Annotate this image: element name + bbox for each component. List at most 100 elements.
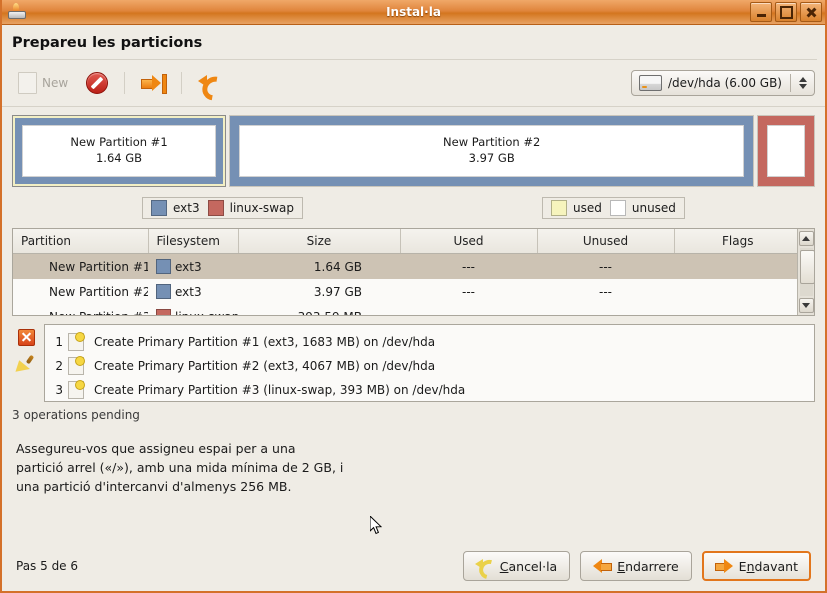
cell-filesystem: linux-swap [148,304,238,315]
operation-text: Create Primary Partition #1 (ext3, 1683 … [94,335,436,349]
cell-used: --- [400,253,537,279]
undo-operation-button[interactable] [192,70,232,106]
legend-item-used: used [551,200,602,216]
scrollbar-thumb[interactable] [799,250,814,284]
apply-arrow-icon [141,73,168,94]
legend-label-used: used [573,201,602,215]
legend-swatch-unused [609,200,626,216]
cell-partition: New Partition #3 [13,304,148,315]
column-header-unused[interactable]: Unused [537,229,675,254]
cell-partition: New Partition #1 [13,253,148,279]
chevron-down-icon [802,303,810,308]
operation-number: 1 [55,335,63,349]
toolbar-separator-1 [124,72,126,94]
operation-document-icon [68,356,85,375]
forward-button[interactable]: Endavant [701,551,811,581]
cell-flags [674,253,797,279]
back-button-label: Endarrere [617,558,679,574]
minimize-button[interactable] [750,2,772,22]
chevron-down-icon[interactable] [799,84,807,89]
legend-swatch-used [551,200,567,216]
disk-partition-3[interactable] [757,115,815,187]
cancel-icon [474,556,503,583]
clear-operations-icon[interactable] [15,354,36,376]
column-header-filesystem[interactable]: Filesystem [148,229,239,254]
new-partition-button[interactable]: New [12,69,74,97]
new-document-icon [18,72,37,94]
usage-legend: used unused [542,197,685,219]
list-item[interactable]: 2 Create Primary Partition #2 (ext3, 406… [51,354,808,378]
cell-flags [674,304,797,315]
disk-partition-2[interactable]: New Partition #2 3.97 GB [229,115,755,187]
disk-graphic: New Partition #1 1.64 GB New Partition #… [12,115,815,187]
table-header-row: Partition Filesystem Size Used Unused Fl… [13,229,797,254]
device-selector[interactable]: /dev/hda (6.00 GB) [630,70,815,96]
column-header-partition[interactable]: Partition [13,229,149,254]
chevron-up-icon [802,236,810,241]
disk-partition-1[interactable]: New Partition #1 1.64 GB [12,115,226,187]
table-row[interactable]: New Partition #3 linux-swap 393.59 MB --… [13,304,797,315]
scroll-up-button[interactable] [798,231,814,246]
operations-area: 1 Create Primary Partition #1 (ext3, 168… [12,324,815,402]
column-header-flags[interactable]: Flags [674,229,797,254]
cell-filesystem: ext3 [148,253,238,279]
cell-unused: --- [537,279,674,304]
window-controls [750,2,822,22]
legend-label-linux-swap: linux-swap [229,201,294,215]
legend-item-linux-swap: linux-swap [207,200,294,216]
step-indicator: Pas 5 de 6 [16,559,79,573]
apply-operations-button[interactable] [135,70,171,96]
list-item[interactable]: 1 Create Primary Partition #1 (ext3, 168… [51,330,808,354]
cell-size: 1.64 GB [238,253,400,279]
close-button[interactable] [800,2,822,22]
maximize-icon [779,5,793,19]
toolbar: New /dev/hda (6.00 GB) [2,60,825,107]
hard-drive-icon [638,75,662,91]
filesystem-swatch [156,284,171,299]
delete-partition-button[interactable] [80,69,114,97]
installer-icon [7,3,26,21]
operations-side-toolbar [12,324,40,402]
cell-used: --- [400,279,537,304]
operation-text: Create Primary Partition #2 (ext3, 4067 … [94,359,436,373]
list-item[interactable]: 3 Create Primary Partition #3 (linux-swa… [51,378,808,402]
installer-window: Instal·la Prepareu les particions New /d… [0,0,827,593]
operation-number: 2 [55,359,63,373]
table-scrollbar[interactable] [797,229,814,315]
disk-partition-1-name: New Partition #1 [70,135,168,150]
chevron-up-icon[interactable] [799,77,807,82]
scroll-down-button[interactable] [798,298,814,313]
partition-table-body: Partition Filesystem Size Used Unused Fl… [13,229,797,315]
operation-text: Create Primary Partition #3 (linux-swap,… [94,383,466,397]
table-row[interactable]: New Partition #1 ext3 1.64 GB --- --- [13,253,797,279]
cell-filesystem-label: linux-swap [175,310,238,316]
column-header-used[interactable]: Used [400,229,538,254]
hint-line-2: partició arrel («/»), amb una mida mínim… [16,459,344,475]
arrow-left-icon [593,559,613,573]
partition-table: Partition Filesystem Size Used Unused Fl… [12,228,815,316]
device-spinner[interactable] [797,77,809,89]
operations-status: 3 operations pending [12,408,140,422]
cancel-button[interactable]: Cancel·la [462,551,571,583]
disk-partition-1-size: 1.64 GB [95,151,143,165]
back-button[interactable]: Endarrere [580,551,692,581]
operation-document-icon [68,380,85,399]
legend-item-ext3: ext3 [151,200,200,216]
operation-document-icon [68,332,85,351]
device-selector-label: /dev/hda (6.00 GB) [667,76,782,90]
scrollbar-track[interactable] [799,248,814,296]
column-header-size[interactable]: Size [238,229,401,254]
maximize-button[interactable] [775,2,797,22]
legend-label-ext3: ext3 [173,201,200,215]
toolbar-separator-2 [181,72,183,94]
forward-button-label: Endavant [738,558,798,574]
filesystem-swatch [156,259,171,274]
delete-operation-icon[interactable] [17,329,35,346]
legend-item-unused: unused [609,200,676,216]
cell-partition: New Partition #2 [13,279,148,304]
minimize-icon [756,13,766,17]
table-row[interactable]: New Partition #2 ext3 3.97 GB --- --- [13,279,797,304]
operations-list[interactable]: 1 Create Primary Partition #1 (ext3, 168… [44,324,815,402]
window-title: Instal·la [386,5,441,19]
cell-filesystem-label: ext3 [175,284,202,299]
